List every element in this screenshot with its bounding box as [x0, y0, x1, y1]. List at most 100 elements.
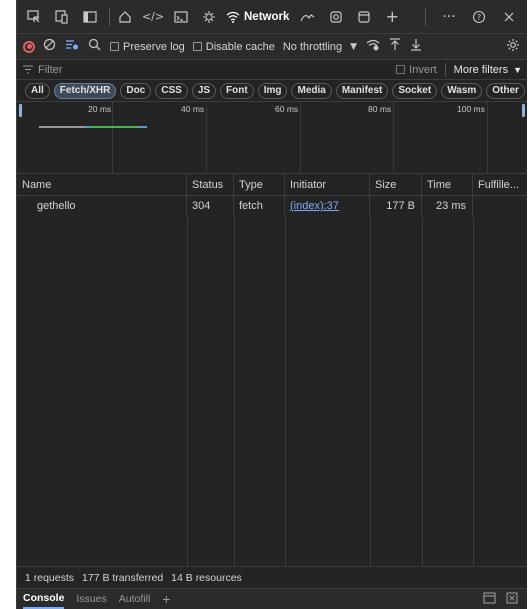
filter-funnel-icon[interactable]: [65, 38, 79, 55]
tabbar-separator: [109, 7, 110, 26]
overview-gridline: [112, 102, 113, 174]
column-divider: [422, 217, 423, 566]
chip-font[interactable]: Font: [220, 82, 254, 99]
chip-other[interactable]: Other: [486, 82, 525, 99]
dock-drawer-icon[interactable]: [483, 591, 496, 607]
devtools-window: </> Network + ··· ? Preserve log Disable…: [16, 0, 527, 609]
network-summary-bar: 1 requests 177 B transferred 14 B resour…: [17, 566, 527, 588]
cell-fulfilled: [473, 196, 527, 217]
home-icon[interactable]: [114, 6, 136, 28]
preserve-log-checkbox[interactable]: Preserve log: [110, 41, 185, 53]
column-header-type[interactable]: Type: [234, 174, 285, 196]
filter-input[interactable]: Filter: [23, 61, 396, 79]
overview-left-handle[interactable]: [19, 104, 22, 117]
overview-waiting-bar: [39, 126, 85, 128]
cell-type: fetch: [234, 196, 285, 217]
search-icon[interactable]: [88, 38, 101, 55]
chip-media[interactable]: Media: [291, 82, 332, 99]
table-row[interactable]: gethello 304 fetch (index):37 177 B 23 m…: [17, 196, 527, 217]
chip-manifest[interactable]: Manifest: [335, 82, 389, 99]
invert-checkbox[interactable]: Invert: [396, 64, 437, 76]
chip-js[interactable]: JS: [191, 82, 217, 99]
chip-doc[interactable]: Doc: [120, 82, 152, 99]
export-har-icon[interactable]: [410, 38, 422, 55]
record-icon[interactable]: [23, 40, 35, 53]
devtools-tabbar: </> Network + ··· ?: [17, 0, 527, 34]
column-header-status[interactable]: Status: [187, 174, 234, 196]
overview-tick: 100 ms: [457, 104, 485, 114]
add-tab-icon[interactable]: +: [381, 6, 403, 28]
chip-css[interactable]: CSS: [155, 82, 188, 99]
svg-text:?: ?: [477, 13, 481, 22]
overview-tick: 40 ms: [181, 104, 205, 114]
column-divider: [370, 217, 371, 566]
initiator-link[interactable]: (index):37: [290, 200, 339, 212]
throttle-dropdown-icon[interactable]: ▼: [350, 42, 357, 52]
column-header-fulfilled[interactable]: Fulfille...: [473, 174, 527, 196]
tab-network[interactable]: Network: [226, 11, 289, 23]
cell-name[interactable]: gethello: [17, 196, 187, 217]
elements-icon[interactable]: </>: [142, 6, 164, 28]
device-toolbar-icon[interactable]: [51, 6, 73, 28]
column-header-initiator[interactable]: Initiator: [285, 174, 370, 196]
chip-fetch-xhr[interactable]: Fetch/XHR: [53, 82, 117, 99]
import-har-icon[interactable]: [389, 38, 401, 55]
cell-status: 304: [187, 196, 234, 217]
filter-placeholder: Filter: [38, 63, 63, 76]
console-icon[interactable]: [170, 6, 192, 28]
preserve-log-box[interactable]: [110, 42, 119, 51]
more-filters-button[interactable]: More filters ▼: [454, 64, 522, 76]
tabbar-right-separator: [425, 7, 426, 26]
chip-all[interactable]: All: [25, 82, 50, 99]
wifi-icon: [226, 11, 240, 23]
summary-transferred: 177 B transferred: [82, 571, 164, 584]
memory-icon[interactable]: [325, 6, 347, 28]
drawer-tab-console[interactable]: Console: [23, 590, 65, 609]
chip-socket[interactable]: Socket: [392, 82, 438, 99]
network-conditions-icon[interactable]: [366, 39, 380, 55]
column-header-time[interactable]: Time: [422, 174, 473, 196]
drawer-tab-issues[interactable]: Issues: [76, 590, 106, 609]
close-icon[interactable]: [498, 6, 520, 28]
drawer-add-tab-icon[interactable]: +: [162, 590, 170, 609]
chip-img[interactable]: Img: [257, 82, 288, 99]
invert-box[interactable]: [396, 65, 406, 74]
overflow-menu-icon[interactable]: ···: [438, 6, 460, 28]
summary-resources: 14 B resources: [171, 571, 242, 584]
filter-lines-icon: [23, 65, 33, 74]
page-margin: [0, 0, 16, 609]
overview-tick: 60 ms: [275, 104, 299, 114]
inspect-icon[interactable]: [23, 6, 45, 28]
chip-wasm[interactable]: Wasm: [441, 82, 483, 99]
network-toolbar: Preserve log Disable cache No throttling…: [17, 34, 527, 60]
clear-icon[interactable]: [43, 38, 56, 55]
column-divider: [187, 217, 188, 566]
cell-time: 23 ms: [422, 196, 473, 217]
cell-initiator: (index):37: [285, 196, 370, 217]
table-header: Name Status Type Initiator Size Time Ful…: [17, 174, 527, 196]
throttling-select[interactable]: No throttling: [283, 41, 342, 53]
drawer-tabbar: Console Issues Autofill +: [17, 588, 527, 609]
performance-icon[interactable]: [297, 6, 319, 28]
disable-cache-box[interactable]: [192, 42, 202, 51]
filter-separator: [444, 62, 446, 77]
overview-right-handle[interactable]: [522, 104, 525, 117]
drawer-tab-autofill[interactable]: Autofill: [119, 590, 151, 609]
chevron-down-icon: ▼: [513, 64, 522, 75]
application-icon[interactable]: [353, 6, 375, 28]
tabbar-right: ··· ?: [423, 6, 527, 28]
sources-icon[interactable]: [198, 6, 220, 28]
network-settings-gear-icon[interactable]: [506, 38, 520, 56]
help-icon[interactable]: ?: [468, 6, 490, 28]
close-drawer-icon[interactable]: [506, 591, 518, 607]
column-header-size[interactable]: Size: [370, 174, 422, 196]
timeline-overview[interactable]: 20 ms 40 ms 60 ms 80 ms 100 ms: [17, 102, 527, 174]
overview-download-bar: [89, 126, 139, 128]
column-divider: [285, 217, 286, 566]
overview-tick: 20 ms: [88, 104, 112, 114]
column-header-name[interactable]: Name: [17, 174, 187, 196]
disable-cache-checkbox[interactable]: Disable cache: [192, 41, 275, 53]
more-filters-label: More filters: [453, 63, 509, 76]
sidebar-toggle-icon[interactable]: [79, 6, 101, 28]
column-divider: [234, 217, 235, 566]
